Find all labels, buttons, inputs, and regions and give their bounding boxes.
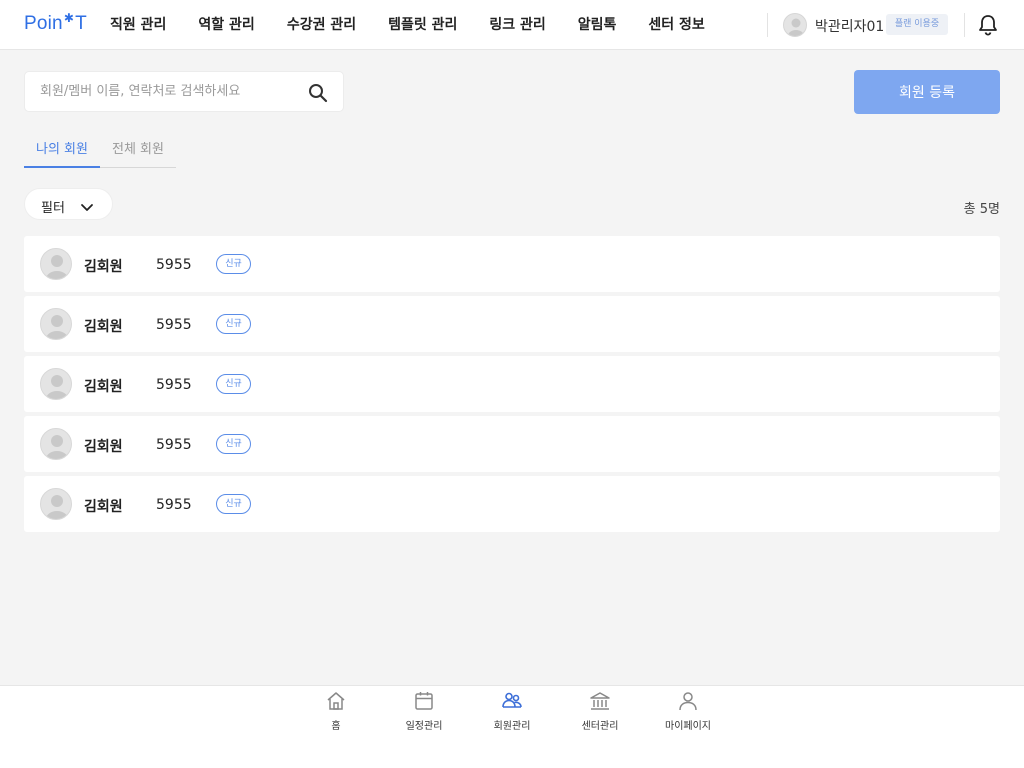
nav-item-staff[interactable]: 직원 관리 xyxy=(110,0,166,50)
nav-item-links[interactable]: 링크 관리 xyxy=(489,0,545,50)
member-tabs: 나의 회원 전체 회원 xyxy=(24,138,176,168)
nav-item-passes[interactable]: 수강권 관리 xyxy=(287,0,356,50)
top-header: Poin✱T 직원 관리 역할 관리 수강권 관리 템플릿 관리 링크 관리 알… xyxy=(0,0,1024,50)
nav-item-roles[interactable]: 역할 관리 xyxy=(198,0,254,50)
bottom-nav-members[interactable]: 회원관리 xyxy=(477,690,547,732)
bottom-nav-label: 센터관리 xyxy=(581,721,619,732)
search-input[interactable] xyxy=(40,72,300,111)
search-box xyxy=(24,71,344,112)
new-member-badge: 신규 xyxy=(216,254,251,274)
bottom-nav-mypage[interactable]: 마이페이지 xyxy=(653,690,723,732)
member-row[interactable]: 김회원 5955 신규 xyxy=(24,296,1000,352)
person-icon xyxy=(677,690,699,712)
total-count: 총 5명 xyxy=(963,202,1000,217)
member-row[interactable]: 김회원 5955 신규 xyxy=(24,416,1000,472)
member-row[interactable]: 김회원 5955 신규 xyxy=(24,356,1000,412)
bottom-nav-schedule[interactable]: 일정관리 xyxy=(389,690,459,732)
logo[interactable]: Poin✱T xyxy=(24,11,87,35)
bottom-nav-label: 홈 xyxy=(331,721,341,732)
member-name: 김회원 xyxy=(84,259,123,275)
bottom-nav-home[interactable]: 홈 xyxy=(301,690,371,732)
new-member-badge: 신규 xyxy=(216,314,251,334)
avatar-icon xyxy=(40,308,72,340)
logo-star-icon: ✱ xyxy=(63,11,75,25)
new-member-badge: 신규 xyxy=(216,374,251,394)
home-icon xyxy=(325,690,347,712)
member-name: 김회원 xyxy=(84,439,123,455)
avatar-icon xyxy=(40,428,72,460)
member-number: 5955 xyxy=(156,437,192,453)
filter-button[interactable]: 필터 xyxy=(24,188,113,220)
calendar-icon xyxy=(413,690,435,712)
header-divider xyxy=(767,13,768,37)
member-list: 김회원 5955 신규 김회원 5955 신규 김회원 5955 신규 김회원 … xyxy=(24,236,1000,536)
nav-item-templates[interactable]: 템플릿 관리 xyxy=(388,0,457,50)
plan-status-badge: 플랜 이용중 xyxy=(886,14,948,35)
nav-item-center-info[interactable]: 센터 정보 xyxy=(648,0,704,50)
filter-label: 필터 xyxy=(41,201,65,216)
avatar-icon xyxy=(40,248,72,280)
new-member-badge: 신규 xyxy=(216,434,251,454)
avatar-icon xyxy=(40,488,72,520)
tab-all-members[interactable]: 전체 회원 xyxy=(99,138,176,168)
member-row[interactable]: 김회원 5955 신규 xyxy=(24,476,1000,532)
user-name[interactable]: 박관리자01 xyxy=(815,16,884,36)
logo-text-right: T xyxy=(75,13,87,34)
bottom-nav-center[interactable]: 센터관리 xyxy=(565,690,635,732)
member-number: 5955 xyxy=(156,257,192,273)
member-number: 5955 xyxy=(156,497,192,513)
bottom-nav-label: 마이페이지 xyxy=(665,721,711,732)
register-member-button[interactable]: 회원 등록 xyxy=(854,70,1000,114)
user-avatar-icon[interactable] xyxy=(783,13,807,37)
nav-item-alimtalk[interactable]: 알림톡 xyxy=(578,0,617,50)
avatar-icon xyxy=(40,368,72,400)
members-icon xyxy=(501,690,523,712)
search-icon[interactable] xyxy=(307,82,329,104)
logo-text-left: Poin xyxy=(24,13,63,34)
chevron-down-icon xyxy=(80,199,94,211)
member-number: 5955 xyxy=(156,377,192,393)
member-row[interactable]: 김회원 5955 신규 xyxy=(24,236,1000,292)
main-nav: 직원 관리 역할 관리 수강권 관리 템플릿 관리 링크 관리 알림톡 센터 정… xyxy=(110,0,737,50)
member-name: 김회원 xyxy=(84,499,123,515)
bottom-nav-label: 회원관리 xyxy=(493,721,531,732)
bottom-nav: 홈 일정관리 회원관리 센터관리 마이페이지 xyxy=(0,685,1024,768)
building-icon xyxy=(589,690,611,712)
member-number: 5955 xyxy=(156,317,192,333)
bottom-nav-label: 일정관리 xyxy=(405,721,443,732)
header-divider xyxy=(964,13,965,37)
member-name: 김회원 xyxy=(84,319,123,335)
tab-my-members[interactable]: 나의 회원 xyxy=(24,138,100,168)
member-name: 김회원 xyxy=(84,379,123,395)
bell-icon[interactable] xyxy=(978,14,998,36)
new-member-badge: 신규 xyxy=(216,494,251,514)
